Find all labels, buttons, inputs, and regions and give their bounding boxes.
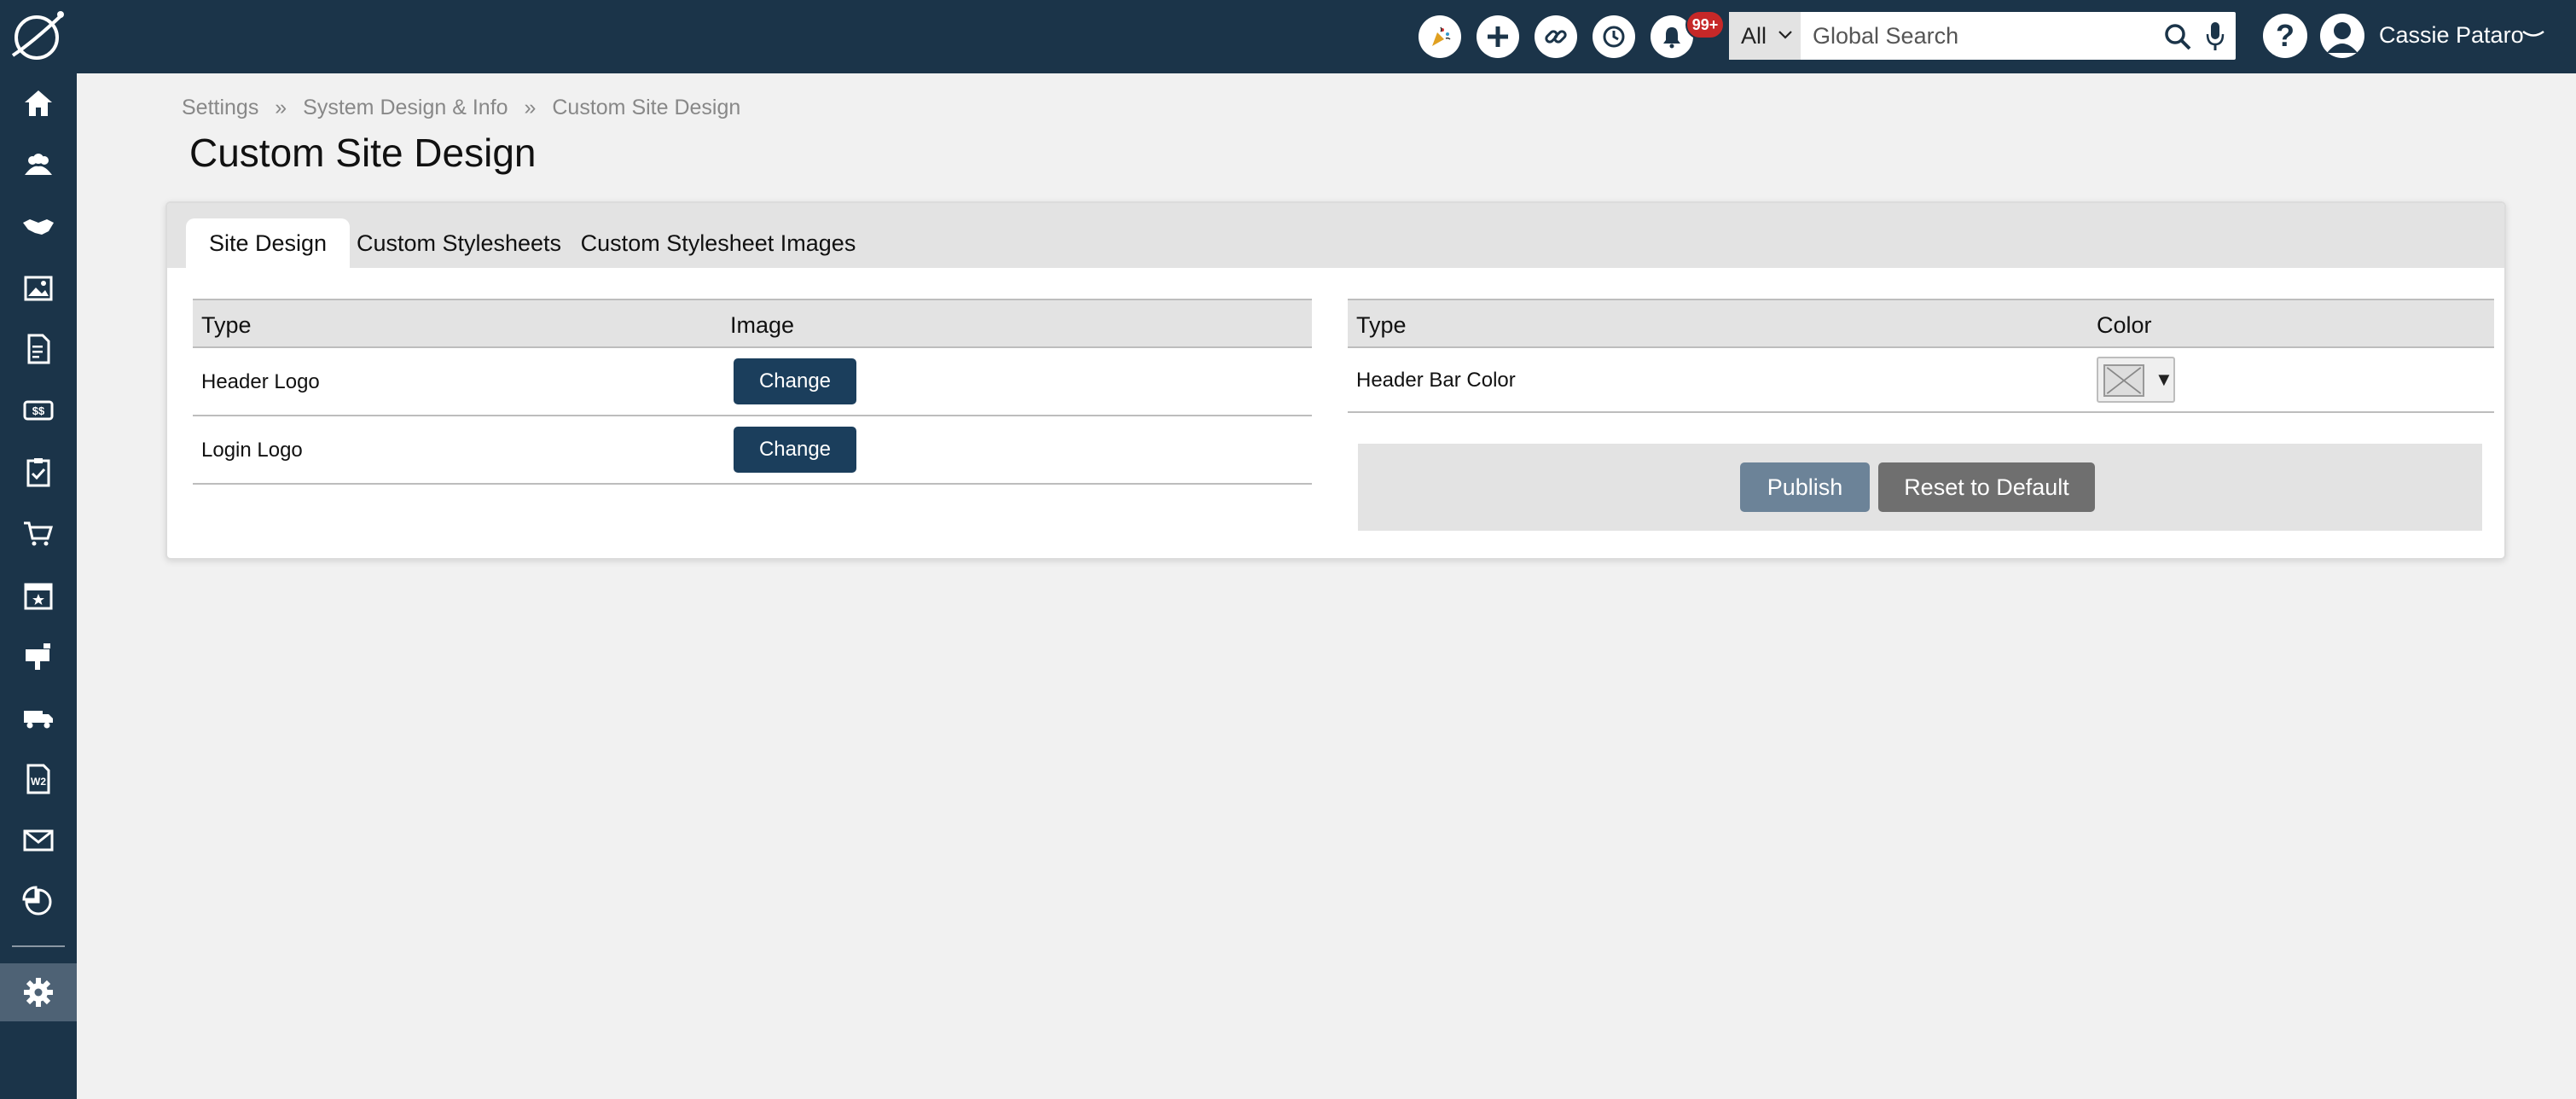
column-header-type: Type [201, 312, 252, 338]
sidebar-item-settings[interactable] [0, 963, 77, 1021]
colors-table: Type Color Header Bar Color ▼ [1348, 299, 2494, 418]
table-header: Type Color [1348, 299, 2494, 348]
user-name[interactable]: Cassie Pataro [2379, 22, 2524, 49]
breadcrumb-separator: » [275, 96, 287, 119]
change-login-logo-button[interactable]: Change [734, 427, 856, 473]
column-header-color: Color [2097, 312, 2152, 338]
home-icon [25, 90, 52, 116]
money-icon: $$ [23, 400, 54, 421]
logo-icon[interactable] [8, 8, 67, 64]
breadcrumb-item-current: Custom Site Design [552, 96, 741, 119]
row-type-login-logo: Login Logo [201, 439, 303, 462]
sidebar-item-reports[interactable] [0, 874, 77, 930]
column-header-image: Image [730, 312, 795, 338]
actions-panel: Publish Reset to Default [1358, 444, 2482, 531]
change-header-logo-button[interactable]: Change [734, 358, 856, 404]
global-search: All [1729, 12, 2236, 60]
reset-to-default-button[interactable]: Reset to Default [1878, 462, 2095, 512]
sidebar-item-contacts[interactable] [0, 137, 77, 193]
column-header-type: Type [1356, 312, 1407, 338]
sidebar-divider [12, 945, 65, 947]
envelope-icon [23, 829, 54, 852]
handshake-icon [23, 219, 54, 235]
sidebar-item-w2[interactable]: W2 [0, 751, 77, 807]
users-icon [25, 154, 52, 175]
top-bar: 99+ All ? Cassie Pataro [0, 0, 2576, 73]
search-scope-label: All [1741, 22, 1767, 49]
chevron-down-icon [1778, 31, 1792, 39]
search-icon[interactable] [2163, 22, 2192, 51]
help-icon[interactable]: ? [2263, 14, 2307, 58]
w2-form-icon: W2 [26, 764, 50, 794]
celebration-icon[interactable] [1419, 15, 1461, 58]
tabs-bar: Site Design Custom Stylesheets Custom St… [167, 203, 2504, 268]
cart-icon [24, 521, 54, 546]
sidebar-item-gallery[interactable] [0, 259, 77, 316]
clipboard-check-icon [26, 458, 50, 487]
mailbox-icon [26, 643, 50, 670]
tab-custom-stylesheet-images[interactable]: Custom Stylesheet Images [580, 218, 856, 268]
search-scope-select[interactable]: All [1729, 12, 1801, 60]
sidebar-item-mailbox[interactable] [0, 628, 77, 684]
breadcrumb-separator: » [524, 96, 537, 119]
microphone-icon[interactable] [2204, 20, 2226, 53]
breadcrumb-item-settings[interactable]: Settings [182, 96, 258, 119]
publish-button[interactable]: Publish [1740, 462, 1870, 512]
color-swatch [2103, 364, 2144, 397]
breadcrumb: Settings » System Design & Info » Custom… [182, 96, 740, 120]
sidebar-item-email[interactable] [0, 812, 77, 869]
image-icon [24, 276, 53, 301]
chevron-down-icon[interactable] [2521, 27, 2546, 43]
search-input[interactable] [1813, 12, 2154, 60]
sidebar-item-invoices[interactable] [0, 321, 77, 377]
site-design-card: Site Design Custom Stylesheets Custom St… [165, 201, 2506, 560]
breadcrumb-item-system-design[interactable]: System Design & Info [303, 96, 508, 119]
sidebar-item-home[interactable] [0, 75, 77, 131]
avatar[interactable] [2320, 14, 2364, 58]
sidebar-item-shipping[interactable] [0, 689, 77, 746]
svg-text:W2: W2 [31, 776, 46, 788]
row-type-header-bar-color: Header Bar Color [1356, 369, 1516, 392]
table-row: Header Logo Change [193, 348, 1312, 416]
sidebar: $$ W2 [0, 0, 77, 1099]
svg-text:$$: $$ [32, 404, 45, 417]
history-icon[interactable] [1593, 15, 1635, 58]
tab-site-design[interactable]: Site Design [186, 218, 350, 268]
gear-icon [24, 978, 53, 1007]
dropdown-arrow-icon: ▼ [2155, 369, 2173, 390]
tab-custom-stylesheets[interactable]: Custom Stylesheets [357, 218, 561, 268]
sidebar-item-events[interactable] [0, 567, 77, 623]
notification-badge: 99+ [1685, 10, 1725, 39]
sidebar-item-deals[interactable] [0, 198, 77, 254]
images-table: Type Image Header Logo Change Login Logo… [193, 299, 1312, 486]
plus-icon[interactable] [1477, 15, 1519, 58]
table-row: Login Logo Change [193, 416, 1312, 485]
sidebar-item-cart[interactable] [0, 505, 77, 561]
table-header: Type Image [193, 299, 1312, 348]
link-icon[interactable] [1535, 15, 1577, 58]
page-title: Custom Site Design [189, 131, 537, 175]
table-row: Header Bar Color ▼ [1348, 348, 2494, 413]
header-bar-color-picker[interactable]: ▼ [2097, 357, 2175, 403]
invoice-icon [27, 334, 50, 364]
row-type-header-logo: Header Logo [201, 370, 320, 393]
pie-chart-icon [22, 886, 52, 916]
sidebar-item-billing[interactable]: $$ [0, 382, 77, 439]
sidebar-item-tasks[interactable] [0, 444, 77, 500]
truck-icon [24, 711, 53, 729]
calendar-star-icon [24, 583, 53, 610]
